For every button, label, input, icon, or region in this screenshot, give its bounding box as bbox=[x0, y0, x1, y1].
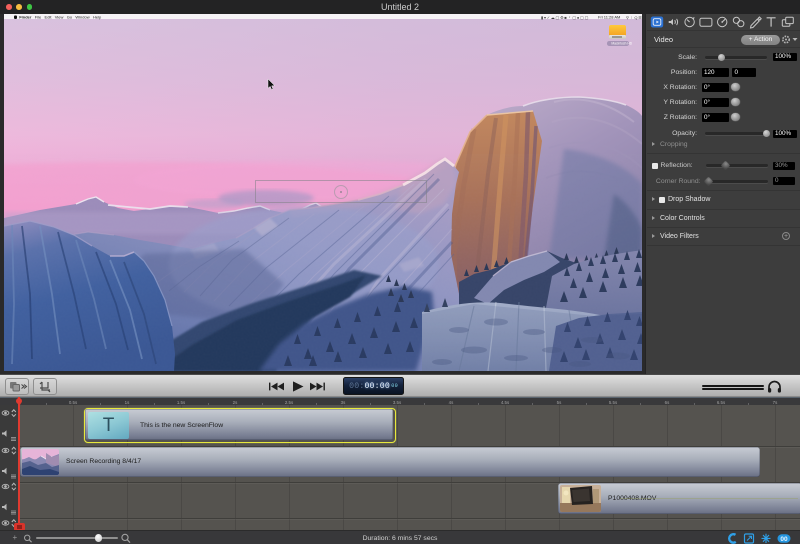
svg-text:00: 00 bbox=[780, 536, 788, 543]
